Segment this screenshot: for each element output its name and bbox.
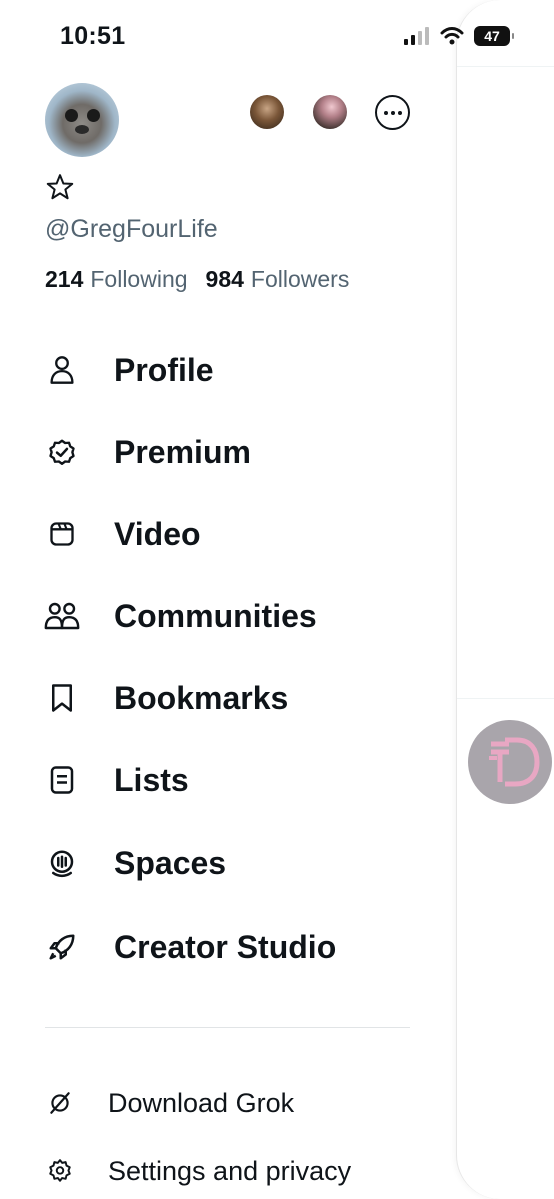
verified-badge-icon <box>44 434 80 470</box>
battery-indicator: 47 <box>474 26 514 46</box>
menu-item-lists[interactable]: Lists <box>44 755 189 805</box>
menu-item-label: Download Grok <box>108 1087 295 1118</box>
menu-item-settings[interactable]: Settings and privacy <box>44 1151 351 1191</box>
bookmark-icon <box>44 680 80 716</box>
menu-item-video[interactable]: Video <box>44 509 201 559</box>
list-icon <box>44 762 80 798</box>
dot <box>397 110 402 115</box>
follow-counts: 214 Following 984 Followers <box>45 266 349 293</box>
following-count: 214 <box>45 266 84 292</box>
person-icon <box>44 352 80 388</box>
menu-item-label: Lists <box>114 761 189 798</box>
menu-item-spaces[interactable]: Spaces <box>44 838 226 888</box>
avatar-nose <box>75 125 89 134</box>
followers-label: Followers <box>250 266 350 292</box>
following-link[interactable]: 214 Following <box>45 266 188 293</box>
menu-item-download-grok[interactable]: Download Grok <box>44 1083 294 1123</box>
menu-item-premium[interactable]: Premium <box>44 427 251 477</box>
followers-count: 984 <box>205 266 244 292</box>
status-time: 10:51 <box>60 22 126 50</box>
menu-item-label: Bookmarks <box>114 679 289 716</box>
spaces-icon <box>44 845 80 881</box>
menu-item-creator-studio[interactable]: Creator Studio <box>44 922 336 972</box>
brand-logo-icon <box>489 737 540 787</box>
following-label: Following <box>90 266 188 292</box>
grok-icon <box>44 1087 76 1119</box>
cellular-signal-icon <box>404 27 429 45</box>
switch-account-avatar[interactable] <box>313 95 347 129</box>
more-options-button[interactable] <box>375 95 410 130</box>
panel-divider <box>457 698 554 699</box>
menu-item-label: Creator Studio <box>114 928 337 965</box>
menu-item-bookmarks[interactable]: Bookmarks <box>44 673 288 723</box>
menu-item-label: Premium <box>114 433 251 470</box>
menu-divider <box>45 1027 410 1028</box>
menu-item-label: Video <box>114 515 201 552</box>
status-icons: 47 <box>404 26 514 46</box>
menu-item-profile[interactable]: Profile <box>44 345 214 395</box>
star-icon <box>45 172 75 207</box>
profile-avatar[interactable] <box>45 83 119 157</box>
profile-handle[interactable]: @GregFourLife <box>45 215 218 244</box>
avatar-eye <box>65 109 78 122</box>
background-timeline-panel[interactable] <box>456 0 554 1199</box>
dot <box>390 110 395 115</box>
floating-logo-button[interactable] <box>468 720 552 804</box>
switch-account-avatar[interactable] <box>250 95 284 129</box>
video-icon <box>44 516 80 552</box>
communities-icon <box>44 598 80 634</box>
panel-divider <box>457 66 554 67</box>
menu-item-label: Communities <box>114 597 317 634</box>
followers-link[interactable]: 984 Followers <box>206 266 350 293</box>
avatar-eye <box>87 109 100 122</box>
menu-item-communities[interactable]: Communities <box>44 591 317 641</box>
menu-item-label: Settings and privacy <box>108 1155 352 1186</box>
gear-icon <box>44 1155 76 1187</box>
rocket-icon <box>44 929 80 965</box>
menu-item-label: Spaces <box>114 844 227 881</box>
menu-item-label: Profile <box>114 351 214 388</box>
dot <box>383 110 388 115</box>
wifi-icon <box>440 27 464 45</box>
